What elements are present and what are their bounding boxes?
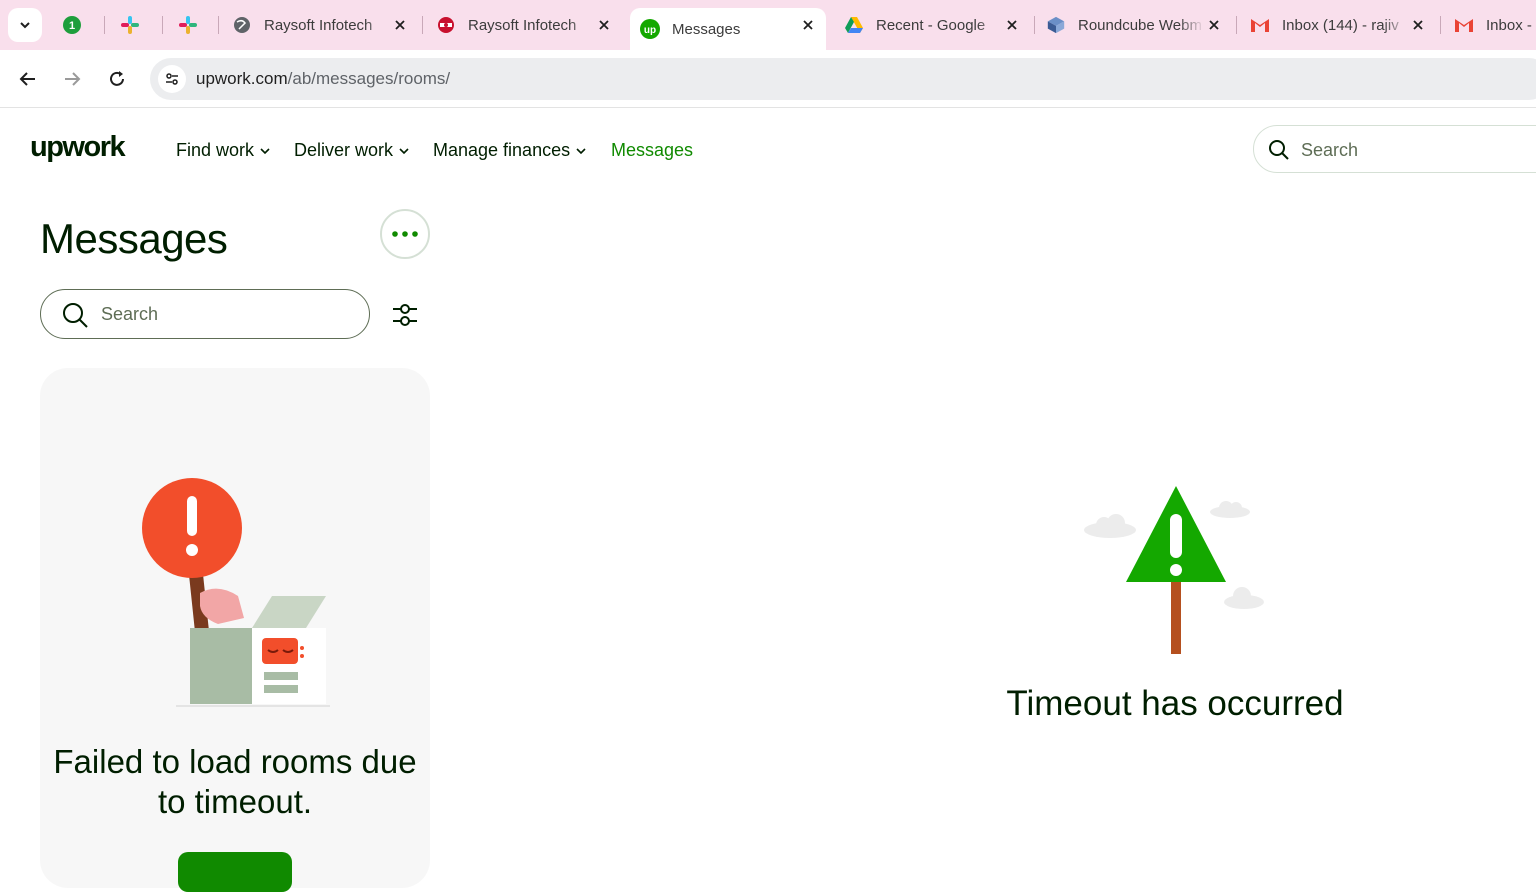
site-header: upwork Find work Deliver work Manage fin… xyxy=(0,109,1536,191)
gmail-icon xyxy=(1250,15,1270,35)
rooms-search-input[interactable]: Search xyxy=(40,289,370,339)
nav-manage-finances[interactable]: Manage finances xyxy=(433,140,586,161)
reload-button[interactable] xyxy=(103,65,131,93)
tab-roundcube[interactable]: Roundcube Webm xyxy=(1046,8,1232,42)
close-icon[interactable] xyxy=(800,17,816,33)
rooms-error-card: Failed to load rooms due to timeout. xyxy=(40,368,430,892)
close-icon[interactable] xyxy=(596,17,612,33)
close-icon[interactable] xyxy=(1004,17,1020,33)
globe-icon xyxy=(232,15,252,35)
slack-icon xyxy=(178,15,198,35)
arrow-left-icon xyxy=(19,72,35,86)
url-text: upwork.com/ab/messages/rooms/ xyxy=(196,69,451,88)
error-box-illustration xyxy=(142,478,330,707)
slack-icon xyxy=(120,15,140,35)
chevron-down-icon xyxy=(20,22,30,29)
close-icon[interactable] xyxy=(392,17,408,33)
tab-title: Raysoft Infotech xyxy=(264,16,373,34)
tab-pinned-3[interactable] xyxy=(178,8,208,42)
upwork-icon: up xyxy=(640,19,660,39)
more-options-button[interactable] xyxy=(380,209,430,259)
site-info-icon[interactable] xyxy=(158,65,186,93)
tab-title: Inbox (144) - rajiv xyxy=(1282,16,1399,34)
address-bar[interactable]: upwork.com/ab/messages/rooms/ xyxy=(150,58,1536,100)
sliders-icon xyxy=(393,304,417,326)
tab-title: Roundcube Webm xyxy=(1078,16,1202,34)
chevron-down-icon xyxy=(576,147,586,155)
tab-messages-active[interactable]: up Messages xyxy=(630,8,826,50)
filter-button[interactable] xyxy=(388,298,422,332)
retry-button[interactable] xyxy=(178,852,292,892)
forward-button[interactable] xyxy=(58,65,86,93)
svg-text:1: 1 xyxy=(69,20,75,32)
ellipsis-icon xyxy=(392,231,418,237)
tab-raysoft-1[interactable]: Raysoft Infotech xyxy=(232,8,418,42)
close-icon[interactable] xyxy=(1410,17,1426,33)
tab-title: Recent - Google xyxy=(876,16,986,34)
nav-deliver-work[interactable]: Deliver work xyxy=(294,140,409,161)
tab-gmail-2[interactable]: Inbox - xyxy=(1454,8,1536,42)
close-icon[interactable] xyxy=(1206,17,1222,33)
reload-icon xyxy=(110,71,124,86)
tab-search-button[interactable] xyxy=(8,8,42,42)
tab-pinned-1[interactable]: 1 xyxy=(62,8,92,42)
svg-text:up: up xyxy=(644,25,656,36)
tab-gmail-1[interactable]: Inbox (144) - rajiv xyxy=(1250,8,1436,42)
search-placeholder: Search xyxy=(1301,140,1359,160)
tab-title: Raysoft Infotech xyxy=(468,16,577,34)
browser-tab-strip: 1 Raysoft Infotech Raysoft Infotech up M… xyxy=(0,0,1536,50)
tab-google-drive[interactable]: Recent - Google xyxy=(844,8,1030,42)
tab-title: Inbox - xyxy=(1486,16,1532,34)
tab-pinned-2[interactable] xyxy=(120,8,150,42)
rooms-error-message: Failed to load rooms due to timeout. xyxy=(53,743,417,820)
timeout-message: Timeout has occurred xyxy=(1006,684,1344,723)
tab-title: Messages xyxy=(672,20,741,38)
green-badge-icon: 1 xyxy=(62,15,82,35)
warning-sign-illustration xyxy=(1084,486,1264,654)
search-icon xyxy=(61,301,89,334)
header-search-input[interactable]: Search xyxy=(1253,125,1536,173)
tab-raysoft-2[interactable]: Raysoft Infotech xyxy=(436,8,622,42)
roundcube-icon xyxy=(1046,15,1066,35)
google-drive-icon xyxy=(844,15,864,35)
arrow-right-icon xyxy=(65,72,81,86)
page-title: Messages xyxy=(40,215,228,262)
chevron-down-icon xyxy=(260,147,270,155)
back-button[interactable] xyxy=(14,65,42,93)
nav-messages[interactable]: Messages xyxy=(611,140,693,161)
gmail-icon xyxy=(1454,15,1474,35)
browser-toolbar: upwork.com/ab/messages/rooms/ xyxy=(0,50,1536,108)
chevron-down-icon xyxy=(399,147,409,155)
upwork-logo[interactable]: upwork xyxy=(30,131,126,164)
search-icon xyxy=(1268,139,1290,166)
search-placeholder: Search xyxy=(101,304,159,324)
raysoft-logo-icon xyxy=(436,15,456,35)
nav-find-work[interactable]: Find work xyxy=(176,140,270,161)
